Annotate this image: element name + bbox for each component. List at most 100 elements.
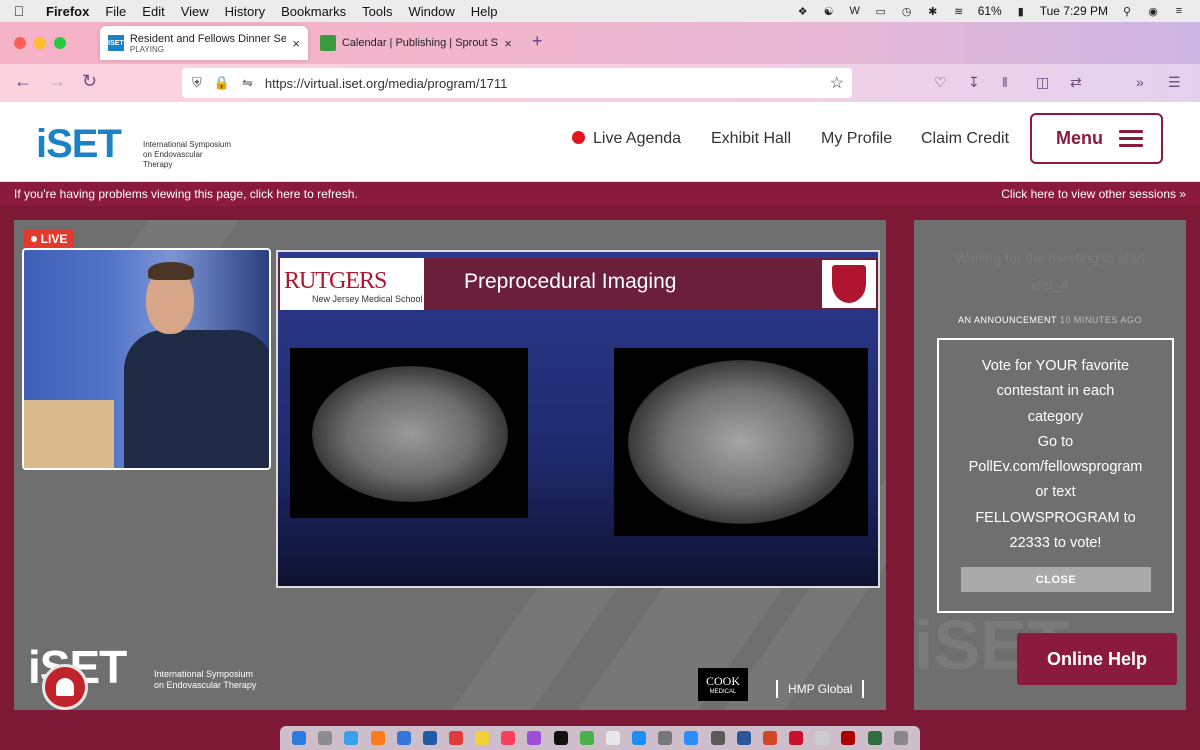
apple-menu-icon[interactable]:  [0, 3, 38, 19]
menu-edit[interactable]: Edit [134, 4, 172, 19]
hamburger-menu-icon[interactable]: ☰ [1168, 74, 1181, 91]
ct-scan-image [614, 348, 868, 536]
tab-close-icon[interactable]: × [292, 36, 300, 51]
url-text[interactable]: https://virtual.iset.org/media/program/1… [265, 76, 508, 91]
photos-icon[interactable] [605, 731, 620, 745]
menu-view[interactable]: View [173, 4, 217, 19]
permissions-icon[interactable]: ⇋ [242, 75, 253, 91]
macos-dock [280, 726, 920, 750]
podcasts-icon[interactable] [527, 731, 542, 745]
overflow-chevron-icon[interactable]: » [1136, 74, 1144, 90]
live-badge: LIVE [24, 230, 74, 248]
tab-title: Calendar | Publishing | Sprout S [341, 37, 498, 49]
battery-icon[interactable]: ▮ [1014, 5, 1028, 18]
zoom-icon[interactable] [684, 731, 699, 745]
tracking-shield-icon[interactable]: ⛨ [192, 75, 202, 91]
downloads-icon[interactable]: ↧ [968, 74, 980, 91]
iset-logo[interactable]: iSET [36, 122, 122, 167]
refresh-link[interactable]: If you're having problems viewing this p… [14, 187, 358, 201]
announcement-line: FELLOWSPROGRAM to [975, 509, 1136, 526]
slide-title: Preprocedural Imaging [464, 270, 677, 293]
firefox-icon[interactable] [370, 731, 385, 745]
webex-icon[interactable]: W [848, 5, 862, 17]
library-icon[interactable]: ‖ [1002, 74, 1008, 90]
podium [24, 400, 114, 468]
messages-icon[interactable] [579, 731, 594, 745]
reload-icon[interactable]: ↻ [82, 71, 97, 92]
app-icon[interactable] [867, 731, 882, 745]
notification-bell-icon[interactable] [42, 664, 88, 710]
sidebar-icon[interactable]: ◫ [1036, 74, 1049, 91]
control-center-icon[interactable]: ≡ [1172, 5, 1186, 17]
window-close-button[interactable] [14, 37, 26, 49]
tv-icon[interactable] [553, 731, 568, 745]
video-player[interactable]: LIVE RUTGERS New Jersey Medical School P… [14, 220, 886, 710]
bluetooth-icon[interactable]: ✱ [926, 5, 940, 18]
tab-close-icon[interactable]: × [504, 36, 512, 51]
bookmark-star-icon[interactable]: ☆ [830, 73, 844, 93]
menu-tools[interactable]: Tools [354, 4, 400, 19]
window-minimize-button[interactable] [34, 37, 46, 49]
creative-cloud-icon[interactable]: ☯ [822, 5, 836, 18]
app-menu-firefox[interactable]: Firefox [38, 4, 97, 19]
announcement-close-button[interactable]: CLOSE [961, 567, 1151, 592]
address-bar[interactable]: ⛨ 🔒 ⇋ https://virtual.iset.org/media/pro… [182, 68, 852, 98]
translate-icon[interactable]: ⇄ [1070, 74, 1082, 91]
finder-icon[interactable] [292, 731, 307, 745]
forward-arrow-icon[interactable]: → [48, 71, 66, 92]
site-header: iSET International Symposium on Endovasc… [0, 102, 1200, 182]
powerpoint-icon[interactable] [762, 731, 777, 745]
menu-history[interactable]: History [217, 4, 273, 19]
site-menu-button[interactable]: Menu [1030, 113, 1163, 164]
menu-window[interactable]: Window [401, 4, 463, 19]
speaker-hair [148, 262, 194, 280]
launchpad-icon[interactable] [318, 731, 333, 745]
mail-icon[interactable] [396, 731, 411, 745]
system-preferences-icon[interactable] [658, 731, 673, 745]
tab-title-block: Resident and Fellows Dinner Ses PLAYING [130, 33, 287, 54]
site-menu-label: Menu [1056, 128, 1103, 148]
nav-live-agenda-label: Live Agenda [593, 130, 682, 147]
rutgers-shield-icon [822, 260, 876, 308]
other-sessions-link[interactable]: Click here to view other sessions » [1001, 187, 1186, 201]
browser-nav-bar: ← → ↻ ⛨ 🔒 ⇋ https://virtual.iset.org/med… [0, 64, 1200, 153]
window-zoom-button[interactable] [54, 37, 66, 49]
airplay-icon[interactable]: ▭ [874, 5, 888, 18]
spotlight-search-icon[interactable]: ⚲ [1120, 5, 1134, 18]
outlook-icon[interactable] [422, 731, 437, 745]
siri-icon[interactable]: ◉ [1146, 5, 1160, 18]
app-icon[interactable] [841, 731, 856, 745]
menu-help[interactable]: Help [463, 4, 506, 19]
macos-menu-bar:  Firefox File Edit View History Bookmar… [0, 0, 1200, 22]
wifi-icon[interactable]: ≋ [952, 5, 966, 18]
trash-icon[interactable] [893, 731, 908, 745]
new-tab-plus-icon[interactable]: + [532, 31, 543, 52]
live-dot-icon [30, 236, 37, 242]
menu-file[interactable]: File [97, 4, 134, 19]
acrobat-icon[interactable] [789, 731, 804, 745]
word-icon[interactable] [736, 731, 751, 745]
dropbox-icon[interactable]: ❖ [796, 5, 810, 18]
tab-iset-session[interactable]: ISET Resident and Fellows Dinner Ses PLA… [100, 26, 308, 60]
terminal-icon[interactable] [710, 731, 725, 745]
clock[interactable]: Tue 7:29 PM [1040, 4, 1108, 18]
nav-claim-credit[interactable]: Claim Credit [921, 130, 1009, 148]
lock-icon[interactable]: 🔒 [214, 75, 230, 91]
menu-bookmarks[interactable]: Bookmarks [273, 4, 354, 19]
app-store-icon[interactable] [632, 731, 647, 745]
sprout-favicon-icon [320, 35, 336, 51]
online-help-button[interactable]: Online Help [1017, 633, 1177, 685]
music-icon[interactable] [501, 731, 516, 745]
notes-icon[interactable] [475, 731, 490, 745]
preview-icon[interactable] [815, 731, 830, 745]
time-machine-icon[interactable]: ◷ [900, 5, 914, 18]
calendar-icon[interactable] [449, 731, 464, 745]
back-arrow-icon[interactable]: ← [14, 71, 32, 92]
tab-title: Resident and Fellows Dinner Ses [129, 32, 287, 45]
tab-calendar[interactable]: Calendar | Publishing | Sprout S × [312, 26, 520, 60]
nav-my-profile[interactable]: My Profile [821, 130, 892, 148]
nav-live-agenda[interactable]: Live Agenda [572, 130, 681, 148]
pocket-icon[interactable]: ♡ [934, 74, 947, 91]
safari-icon[interactable] [344, 731, 359, 745]
nav-exhibit-hall[interactable]: Exhibit Hall [711, 130, 791, 148]
